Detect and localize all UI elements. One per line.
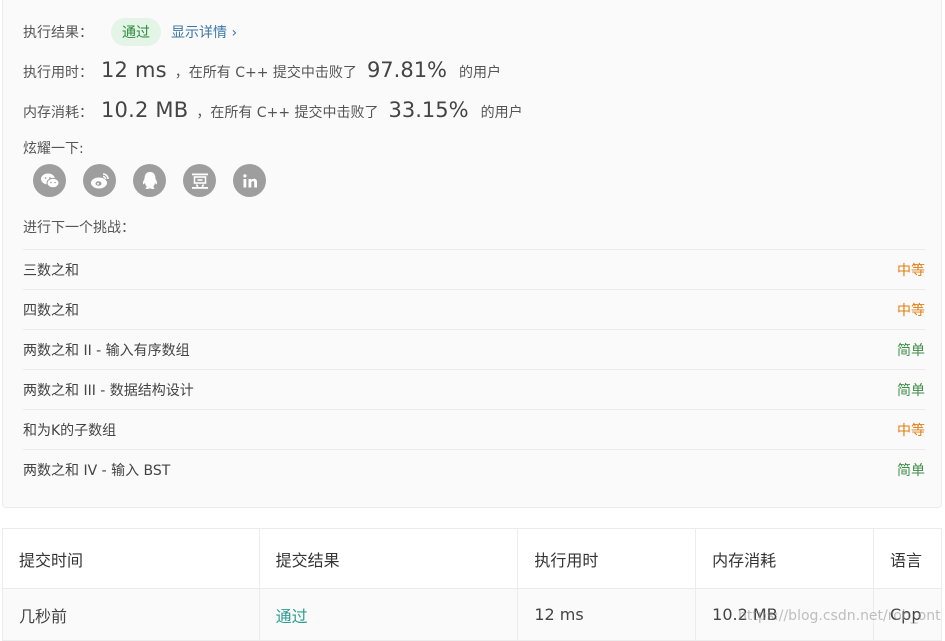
cell-language: Cpp [873, 588, 943, 641]
list-item[interactable]: 两数之和 II - 输入有序数组 简单 [23, 329, 925, 369]
memory-value: 10.2 MB [101, 98, 189, 122]
list-item[interactable]: 四数之和 中等 [23, 289, 925, 329]
header-submit-time: 提交时间 [2, 528, 260, 589]
memory-suffix: 的用户 [480, 105, 523, 121]
runtime-middle-text: ，在所有 C++ 提交中击败了 [174, 65, 357, 81]
list-item[interactable]: 两数之和 IV - 输入 BST 简单 [23, 449, 925, 489]
next-challenge-label: 进行下一个挑战： [23, 220, 135, 236]
problem-title[interactable]: 两数之和 III - 数据结构设计 [23, 380, 194, 400]
share-label: 炫耀一下: [23, 141, 84, 157]
list-item[interactable]: 和为K的子数组 中等 [23, 409, 925, 449]
problem-title[interactable]: 四数之和 [23, 300, 79, 320]
problem-title[interactable]: 和为K的子数组 [23, 420, 116, 440]
runtime-row: 执行用时： 12 ms ，在所有 C++ 提交中击败了 97.81% 的用户 [23, 58, 501, 82]
share-icons [33, 164, 283, 197]
difficulty-badge: 简单 [897, 382, 925, 399]
difficulty-badge: 中等 [897, 302, 925, 319]
result-label: 执行结果： [23, 25, 93, 41]
memory-label: 内存消耗： [23, 105, 93, 121]
table-row: 几秒前 通过 12 ms 10.2 MB Cpp [2, 588, 943, 641]
runtime-value: 12 ms [101, 58, 167, 82]
header-memory: 内存消耗 [695, 528, 874, 589]
result-row: 执行结果： 通过 显示详情 › [23, 18, 237, 46]
runtime-suffix: 的用户 [459, 65, 502, 81]
cell-memory: 10.2 MB [695, 588, 874, 641]
linkedin-icon[interactable] [233, 164, 266, 197]
cell-submit-result: 通过 [259, 588, 519, 641]
runtime-label: 执行用时： [23, 65, 93, 81]
list-item[interactable]: 三数之和 中等 [23, 249, 925, 289]
pass-link[interactable]: 通过 [276, 607, 308, 626]
douban-icon[interactable] [183, 164, 216, 197]
difficulty-badge: 简单 [897, 342, 925, 359]
next-challenge-list: 三数之和 中等 四数之和 中等 两数之和 II - 输入有序数组 简单 两数之和… [23, 249, 925, 489]
submissions-table: 提交时间 提交结果 执行用时 内存消耗 语言 几秒前 通过 12 ms 10.2… [2, 528, 943, 641]
show-details-link[interactable]: 显示详情 › [171, 22, 237, 42]
header-language: 语言 [873, 528, 943, 589]
difficulty-badge: 简单 [897, 462, 925, 479]
problem-title[interactable]: 两数之和 IV - 输入 BST [23, 460, 170, 480]
memory-percent: 33.15% [388, 98, 469, 122]
problem-title[interactable]: 两数之和 II - 输入有序数组 [23, 340, 190, 360]
memory-middle-text: ，在所有 C++ 提交中击败了 [196, 105, 379, 121]
status-badge: 通过 [111, 18, 161, 46]
wechat-icon[interactable] [33, 164, 66, 197]
difficulty-badge: 中等 [897, 262, 925, 279]
difficulty-badge: 中等 [897, 422, 925, 439]
submission-result-card: 执行结果： 通过 显示详情 › 执行用时： 12 ms ，在所有 C++ 提交中… [2, 0, 942, 508]
weibo-icon[interactable] [83, 164, 116, 197]
qq-icon[interactable] [133, 164, 166, 197]
table-header-row: 提交时间 提交结果 执行用时 内存消耗 语言 [2, 528, 943, 589]
header-submit-result: 提交结果 [259, 528, 519, 589]
problem-title[interactable]: 三数之和 [23, 260, 79, 280]
cell-submit-time: 几秒前 [2, 588, 260, 641]
memory-row: 内存消耗： 10.2 MB ，在所有 C++ 提交中击败了 33.15% 的用户 [23, 98, 523, 122]
header-runtime: 执行用时 [517, 528, 697, 589]
cell-runtime: 12 ms [517, 588, 697, 641]
runtime-percent: 97.81% [366, 58, 448, 82]
list-item[interactable]: 两数之和 III - 数据结构设计 简单 [23, 369, 925, 409]
